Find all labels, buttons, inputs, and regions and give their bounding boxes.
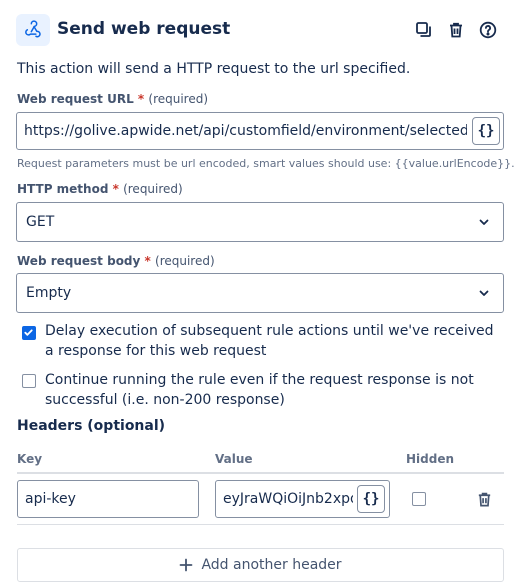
header-value-input[interactable]: eyJraWQiOiJnb2xpdmUiLCJhbGciOiJIUzI1NiJ9…	[215, 480, 390, 518]
request-body-select[interactable]: Empty	[16, 273, 504, 313]
copy-icon	[416, 22, 431, 37]
header-key-input[interactable]: api-key	[17, 480, 199, 518]
http-method-select[interactable]: GET	[16, 202, 504, 242]
required-text: (required)	[155, 254, 215, 268]
url-field[interactable]: https://golive.apwide.net/api/customfiel…	[16, 112, 504, 150]
chevron-down-icon	[479, 290, 489, 296]
add-header-button[interactable]: Add another header	[17, 548, 504, 582]
continue-running-checkbox[interactable]	[22, 374, 36, 388]
delay-execution-checkbox[interactable]	[22, 326, 36, 340]
add-header-label: Add another header	[201, 557, 342, 573]
checkmark-icon	[24, 329, 33, 336]
value-column-header: Value	[215, 452, 253, 466]
url-input-value[interactable]: https://golive.apwide.net/api/customfiel…	[24, 123, 467, 139]
header-value-value: eyJraWQiOiJnb2xpdmUiLCJhbGciOiJIUzI1NiJ9	[223, 491, 353, 507]
http-method-value: GET	[26, 214, 55, 230]
trash-icon	[478, 492, 490, 506]
plus-icon	[180, 558, 193, 572]
required-text: (required)	[123, 182, 183, 196]
continue-running-label: Continue running the rule even if the re…	[45, 372, 474, 408]
header-key-value: api-key	[25, 491, 76, 507]
hidden-column-header: Hidden	[406, 452, 455, 466]
table-header-divider	[17, 472, 504, 474]
trash-icon	[450, 22, 462, 38]
header-smart-value-button[interactable]: {}	[357, 485, 385, 513]
headers-section-title: Headers (optional)	[17, 418, 166, 434]
duplicate-button[interactable]	[413, 18, 435, 42]
help-icon	[479, 21, 497, 39]
required-mark: *	[112, 182, 119, 196]
delete-header-button[interactable]	[474, 489, 494, 509]
header-hidden-checkbox[interactable]	[412, 492, 426, 506]
method-label-text: HTTP method	[17, 182, 109, 196]
url-field-label: Web request URL * (required)	[17, 92, 208, 106]
url-label-text: Web request URL	[17, 92, 134, 106]
webhook-icon	[25, 20, 41, 38]
chevron-down-icon	[479, 219, 489, 225]
delete-action-button[interactable]	[445, 18, 467, 42]
required-mark: *	[144, 254, 151, 268]
body-label-text: Web request body	[17, 254, 141, 268]
request-body-value: Empty	[26, 285, 72, 301]
required-text: (required)	[148, 92, 209, 106]
required-mark: *	[137, 92, 145, 106]
method-field-label: HTTP method * (required)	[17, 182, 183, 196]
key-column-header: Key	[17, 452, 43, 466]
help-button[interactable]	[477, 18, 499, 42]
page-title: Send web request	[57, 19, 231, 39]
url-helper-text: Request parameters must be url encoded, …	[17, 157, 515, 170]
action-icon-box	[16, 14, 50, 46]
table-row-divider	[17, 524, 504, 525]
delay-execution-label: Delay execution of subsequent rule actio…	[45, 323, 494, 359]
url-smart-value-button[interactable]: {}	[472, 117, 500, 145]
body-field-label: Web request body * (required)	[17, 254, 215, 268]
action-description: This action will send a HTTP request to …	[17, 61, 411, 77]
